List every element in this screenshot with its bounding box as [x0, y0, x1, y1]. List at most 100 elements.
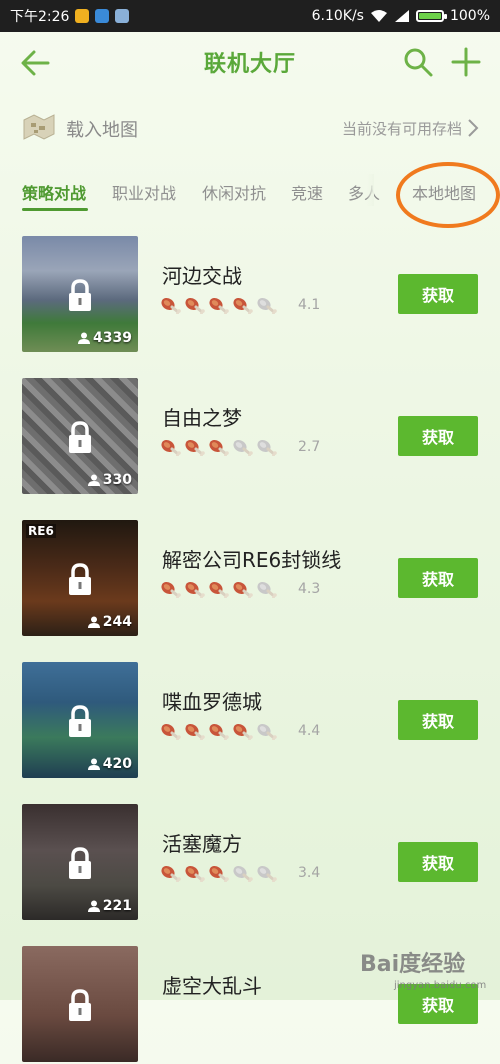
drumstick-icon [185, 581, 205, 598]
person-icon [87, 616, 100, 628]
player-count-value: 330 [102, 472, 132, 488]
player-count-value: 221 [102, 898, 132, 914]
list-item[interactable]: 420 喋血罗德城 4.4 获取 [0, 660, 500, 780]
drumstick-icon [209, 865, 229, 882]
rating-score: 4.1 [298, 297, 321, 313]
signal-icon [394, 10, 409, 22]
lock-icon [69, 563, 91, 595]
map-thumbnail[interactable]: 420 [22, 662, 138, 778]
map-thumbnail[interactable]: 221 [22, 804, 138, 920]
map-thumbnail[interactable]: 330 [22, 378, 138, 494]
watermark-url: jingyan.baidu.com [394, 980, 487, 991]
map-name: 河边交战 [162, 264, 242, 288]
drumstick-icon [257, 581, 277, 598]
tab-casual[interactable]: 休闲对抗 [202, 180, 266, 204]
chevron-right-icon [468, 119, 479, 137]
list-item[interactable]: RE6 244 解密公司RE6封锁线 4.3 获取 [0, 518, 500, 638]
tab-multiplayer[interactable]: 多人 [348, 180, 380, 204]
map-name: 虚空大乱斗 [162, 974, 262, 998]
rating: 2.7 [160, 438, 320, 456]
rating: 4.1 [160, 296, 320, 314]
load-map-label: 载入地图 [66, 120, 138, 141]
map-thumbnail[interactable]: RE6 244 [22, 520, 138, 636]
network-speed: 6.10K/s [311, 8, 364, 24]
map-icon [23, 114, 55, 140]
map-thumbnail[interactable] [22, 946, 138, 1062]
wifi-icon [370, 10, 387, 22]
person-icon [78, 332, 91, 344]
watermark: Bai度经验 jingyan.baidu.com [360, 946, 496, 996]
status-bar: 下午2:26 6.10K/s 100% [0, 0, 500, 32]
watermark-brand: Bai度经验 [360, 952, 466, 977]
rating: 3.4 [160, 864, 320, 882]
lock-icon [69, 989, 91, 1021]
player-count: 244 [87, 614, 132, 630]
load-map-row[interactable]: 载入地图 当前没有可用存档 [0, 108, 500, 150]
drumstick-icon [161, 439, 181, 456]
drumstick-icon [209, 723, 229, 740]
list-item[interactable]: 330 自由之梦 2.7 获取 [0, 376, 500, 496]
person-icon [87, 758, 100, 770]
drumstick-icon [209, 439, 229, 456]
search-icon[interactable] [402, 46, 434, 78]
tab-divider [366, 174, 374, 206]
drumstick-icon [209, 581, 229, 598]
drumstick-icon [161, 297, 181, 314]
rating-score: 4.3 [298, 581, 321, 597]
lock-icon [69, 279, 91, 311]
player-count-value: 420 [102, 756, 132, 772]
active-tab-indicator [22, 208, 88, 211]
drumstick-icon [233, 723, 253, 740]
highlight-circle [396, 162, 500, 228]
get-button[interactable]: 获取 [398, 700, 478, 740]
person-icon [87, 474, 100, 486]
save-status: 当前没有可用存档 [341, 120, 462, 138]
drumstick-icon [233, 865, 253, 882]
rating-score: 2.7 [298, 439, 321, 455]
rating-score: 4.4 [298, 723, 321, 739]
drumstick-icon [185, 439, 205, 456]
player-count-value: 244 [102, 614, 132, 630]
notification-app-icon [95, 9, 110, 23]
get-button[interactable]: 获取 [398, 416, 478, 456]
drumstick-icon [257, 865, 277, 882]
battery-level: 100% [449, 8, 490, 24]
rating: 4.3 [160, 580, 320, 598]
status-time: 下午2:26 [10, 9, 70, 25]
map-thumbnail[interactable]: 4339 [22, 236, 138, 352]
drumstick-icon [209, 297, 229, 314]
rating-score: 3.4 [298, 865, 321, 881]
list-item[interactable]: 221 活塞魔方 3.4 获取 [0, 802, 500, 922]
notification-image-icon [115, 9, 130, 23]
top-bar: 联机大厅 [0, 32, 500, 92]
battery-icon [415, 10, 447, 22]
tab-class-battle[interactable]: 职业对战 [112, 180, 176, 204]
map-name: 解密公司RE6封锁线 [162, 548, 342, 572]
tab-racing[interactable]: 竞速 [291, 180, 323, 204]
player-count: 420 [87, 756, 132, 772]
lock-icon [69, 847, 91, 879]
map-name: 喋血罗德城 [162, 690, 262, 714]
rating: 4.4 [160, 722, 320, 740]
player-count-value: 4339 [93, 330, 132, 346]
drumstick-icon [257, 723, 277, 740]
drumstick-icon [233, 297, 253, 314]
lock-icon [69, 421, 91, 453]
drumstick-icon [185, 297, 205, 314]
person-icon [87, 900, 100, 912]
drumstick-icon [161, 865, 181, 882]
drumstick-icon [185, 865, 205, 882]
player-count: 330 [87, 472, 132, 488]
list-item[interactable]: 4339 河边交战 4.1 获取 [0, 234, 500, 354]
drumstick-icon [233, 581, 253, 598]
drumstick-icon [257, 297, 277, 314]
drumstick-icon [233, 439, 253, 456]
drumstick-icon [161, 723, 181, 740]
get-button[interactable]: 获取 [398, 842, 478, 882]
notification-app-icon [75, 9, 90, 23]
map-name: 活塞魔方 [162, 832, 242, 856]
add-icon[interactable] [450, 46, 482, 78]
get-button[interactable]: 获取 [398, 558, 478, 598]
tab-strategy[interactable]: 策略对战 [22, 180, 86, 204]
get-button[interactable]: 获取 [398, 274, 478, 314]
